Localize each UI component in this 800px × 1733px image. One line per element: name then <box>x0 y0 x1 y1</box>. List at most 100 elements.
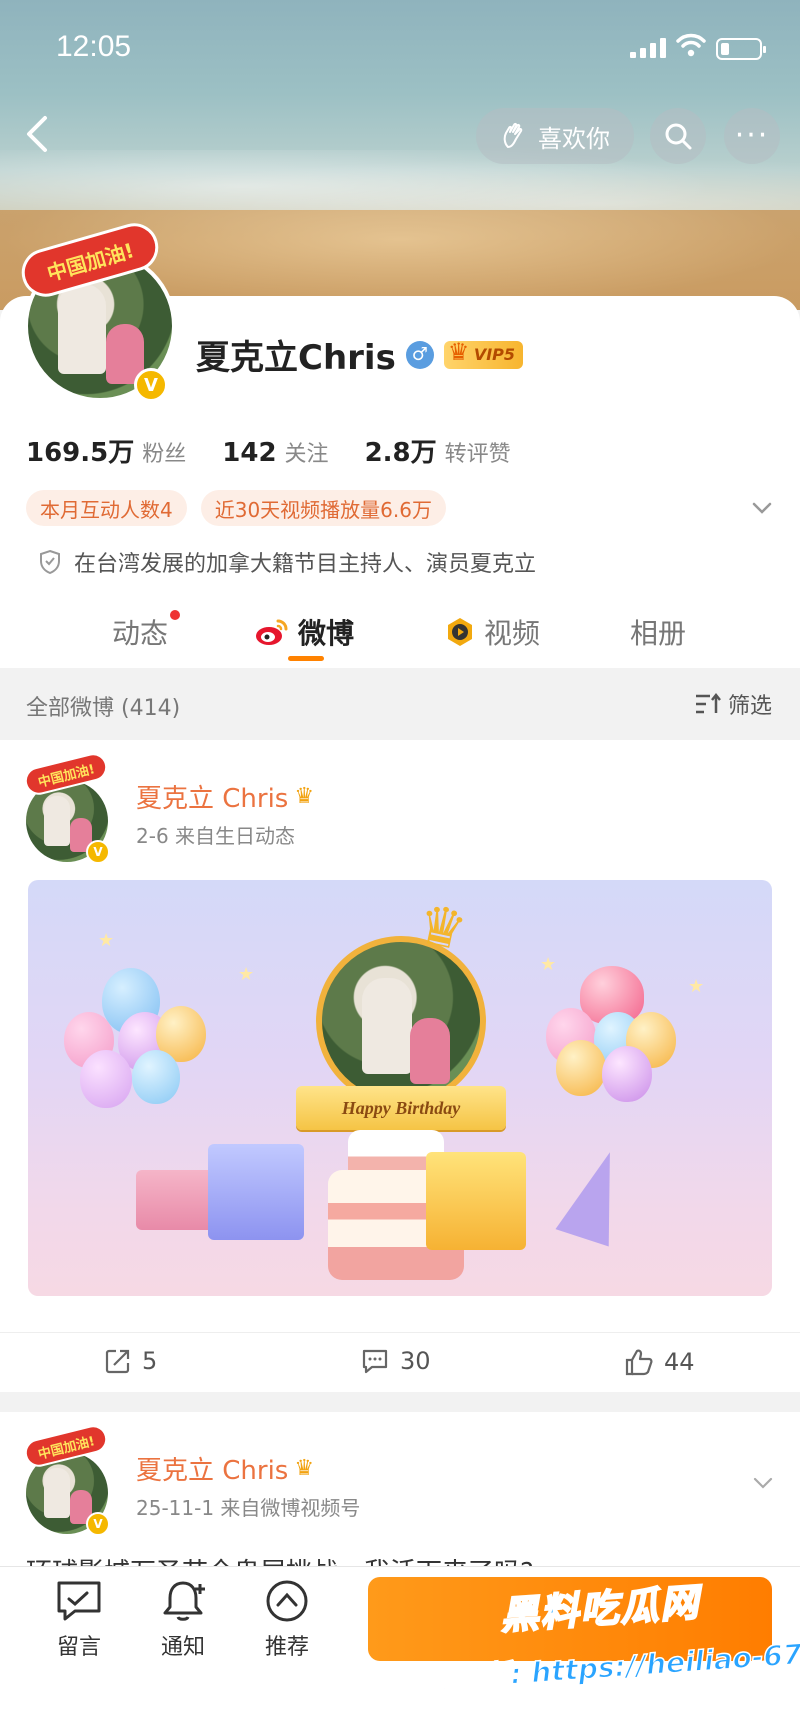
stat-following-num: 142 <box>222 438 277 468</box>
like-user-label: 喜欢你 <box>538 124 610 153</box>
post-author[interactable]: 夏克立 Chris ♛ <box>136 778 314 815</box>
party-hat <box>555 1143 637 1247</box>
verified-badge-label: V <box>144 374 158 396</box>
vip-badge[interactable]: VIP5 <box>443 338 524 369</box>
tag-monthly-interactions[interactable]: 本月互动人数4 <box>26 490 187 526</box>
post-meta: 2-6 来自生日动态 <box>136 824 296 848</box>
back-button[interactable] <box>14 112 58 156</box>
profile-name: 夏克立Chris <box>196 338 396 378</box>
comment-icon <box>362 1349 388 1374</box>
verified-badge-icon: V <box>86 1512 110 1536</box>
status-bar: 12:05 <box>0 28 800 68</box>
wifi-icon <box>676 33 706 57</box>
crown-icon: ♛ <box>294 784 315 809</box>
message-button[interactable]: 留言 <box>34 1579 124 1661</box>
chevron-up-circle-icon <box>266 1580 308 1622</box>
like-count: 44 <box>664 1348 695 1376</box>
profile-bio-text: 在台湾发展的加拿大籍节目主持人、演员夏克立 <box>74 552 537 577</box>
chevron-down-icon[interactable] <box>748 494 776 522</box>
notify-button[interactable]: 通知 <box>138 1579 228 1661</box>
wave-hand-icon <box>503 122 523 148</box>
tab-dynamics-label: 动态 <box>112 617 169 650</box>
star-icon: ★ <box>688 976 705 997</box>
vip-label: VIP5 <box>473 345 516 364</box>
tab-album[interactable]: 相册 <box>630 612 686 652</box>
comment-count: 30 <box>400 1347 431 1375</box>
stat-followers[interactable]: 169.5万 粉丝 <box>26 432 186 469</box>
tag-video-plays[interactable]: 近30天视频播放量6.6万 <box>200 490 446 526</box>
filter-label: 筛选 <box>727 694 772 719</box>
post-card: 中国加油! V 夏克立 Chris ♛ 2-6 来自生日动态 ★ ★ ★ ★ ★… <box>0 740 800 1392</box>
tab-album-label: 相册 <box>630 617 687 650</box>
star-icon: ★ <box>98 930 115 951</box>
stat-following[interactable]: 142 关注 <box>222 436 328 468</box>
repost-count: 5 <box>142 1347 158 1375</box>
repost-icon <box>105 1349 130 1374</box>
signal-icon <box>630 38 666 58</box>
avatar-person <box>58 284 106 374</box>
gift-box <box>426 1152 526 1250</box>
post-author-name: 夏克立 Chris <box>136 1456 289 1486</box>
post-author[interactable]: 夏克立 Chris ♛ <box>136 1450 314 1487</box>
balloon <box>80 1050 132 1108</box>
recommend-button[interactable]: 推荐 <box>242 1579 332 1661</box>
tab-weibo-label: 微博 <box>298 617 355 650</box>
message-icon <box>57 1581 101 1621</box>
star-icon: ★ <box>238 964 255 985</box>
profile-tabs: 动态 微博 视频 相册 <box>0 600 800 668</box>
profile-stats: 169.5万 粉丝 142 关注 2.8万 转评赞 <box>26 432 511 469</box>
tab-weibo[interactable]: 微博 <box>254 612 354 652</box>
shield-icon <box>40 549 60 575</box>
filter-icon <box>695 692 721 714</box>
more-icon: ··· <box>734 118 770 153</box>
chevron-down-icon[interactable] <box>750 1470 776 1496</box>
stat-interactions-num: 2.8万 <box>364 438 437 468</box>
balloon <box>556 1040 606 1096</box>
feed-filter-bar: 全部微博 (414) 筛选 <box>0 668 800 740</box>
crown-icon: ♛ <box>294 1456 315 1481</box>
stat-interactions-label: 转评赞 <box>444 442 511 467</box>
unread-dot <box>170 610 181 620</box>
comment-button[interactable]: 30 <box>360 1347 431 1375</box>
tab-dynamics[interactable]: 动态 <box>112 610 181 652</box>
verified-badge-icon: V <box>134 368 168 402</box>
profile-bio: 在台湾发展的加拿大籍节目主持人、演员夏克立 <box>38 546 536 578</box>
crown-icon: ♛ <box>411 891 473 964</box>
stat-following-label: 关注 <box>284 442 329 467</box>
all-posts-count: 全部微博 (414) <box>26 696 181 721</box>
repost-button[interactable]: 5 <box>104 1347 157 1375</box>
verified-badge-label: V <box>93 845 103 859</box>
like-button[interactable]: 44 <box>624 1347 695 1377</box>
profile-tags: 本月互动人数4 近30天视频播放量6.6万 <box>26 490 446 526</box>
status-time: 12:05 <box>56 30 132 63</box>
stat-interactions[interactable]: 2.8万 转评赞 <box>365 432 511 469</box>
tab-video-label: 视频 <box>484 617 541 650</box>
avatar-person <box>44 796 70 846</box>
search-icon <box>665 123 692 150</box>
birthday-portrait <box>316 936 486 1106</box>
portrait-person <box>362 978 412 1074</box>
active-tab-indicator <box>288 656 324 661</box>
balloon <box>132 1050 180 1104</box>
thumbs-up-icon <box>625 1349 653 1376</box>
birthday-card-image[interactable]: ★ ★ ★ ★ ★ ♛ Happy Birthday <box>28 880 772 1296</box>
more-button[interactable]: ··· <box>724 108 780 164</box>
recommend-label: 推荐 <box>264 1635 309 1660</box>
search-button[interactable] <box>650 108 706 164</box>
verified-badge-icon: V <box>86 840 110 864</box>
stat-followers-label: 粉丝 <box>142 442 187 467</box>
balloon <box>602 1046 652 1102</box>
profile-name-row: 夏克立Chris ♂ VIP5 <box>196 330 524 379</box>
verified-badge-label: V <box>93 1517 103 1531</box>
filter-button[interactable]: 筛选 <box>694 688 772 720</box>
bell-plus-icon <box>163 1581 205 1621</box>
tab-video[interactable]: 视频 <box>444 612 540 652</box>
portrait-child <box>410 1018 450 1084</box>
like-user-button[interactable]: 喜欢你 <box>476 108 634 164</box>
post-author-name: 夏克立 Chris <box>136 784 289 814</box>
battery-icon <box>716 38 766 60</box>
post-meta: 25-11-1 来自微博视频号 <box>136 1496 361 1520</box>
male-icon: ♂ <box>405 340 434 369</box>
avatar-person <box>44 1468 70 1518</box>
gift-box <box>208 1144 304 1240</box>
